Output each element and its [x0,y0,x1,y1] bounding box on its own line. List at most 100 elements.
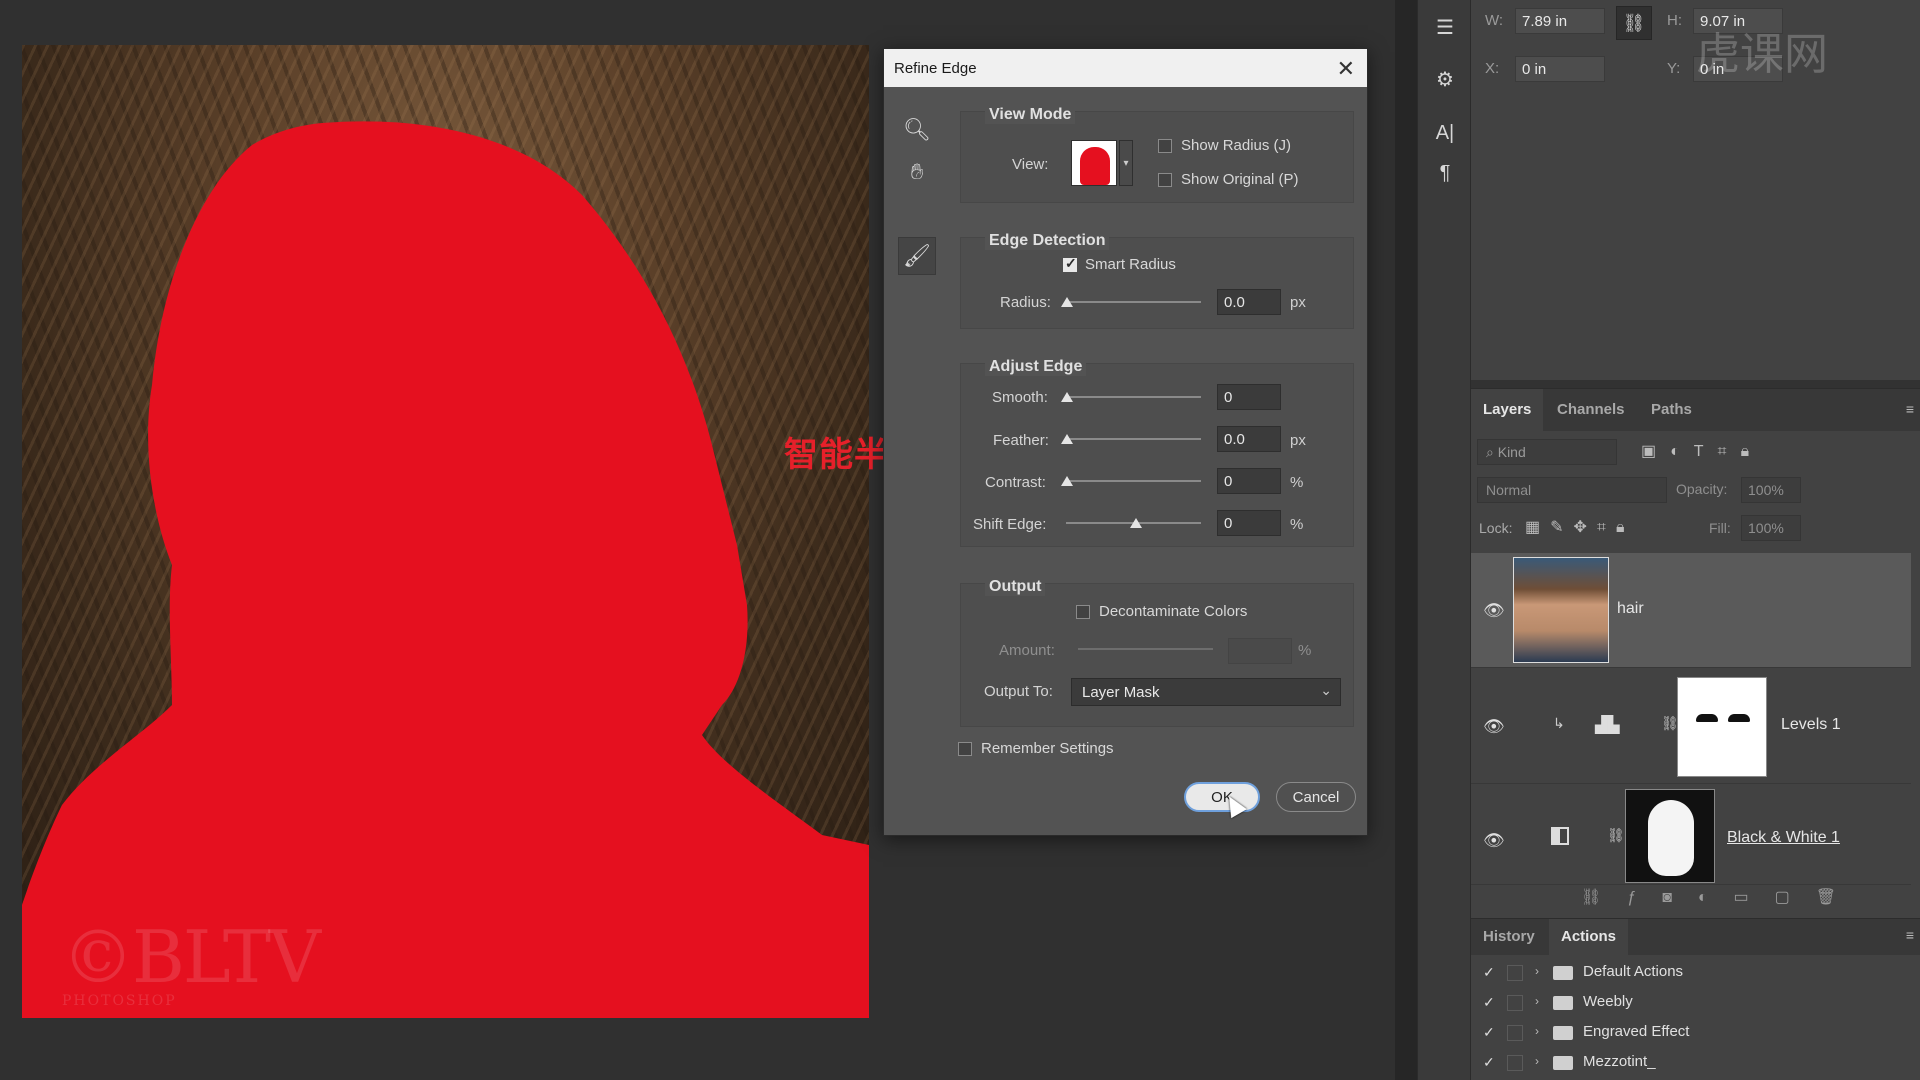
expand-arrow-icon[interactable]: › [1535,994,1539,1008]
panel-menu-icon[interactable]: ≡ [1906,401,1914,417]
layer-row-hair[interactable]: 👁︎ hair [1471,553,1911,668]
remember-settings-checkbox[interactable] [958,742,972,756]
dialog-toggle-icon[interactable] [1507,1025,1523,1041]
red-mask-overlay [22,121,869,1018]
bltv-watermark: ©BLTV PHOTOSHOP [62,915,321,1018]
amount-field [1228,638,1292,664]
black-white-adjustment-icon [1551,827,1569,845]
tab-history[interactable]: History [1471,919,1547,955]
feather-slider-thumb[interactable] [1061,434,1073,444]
checkmark-icon[interactable]: ✓ [1483,1054,1495,1071]
dialog-titlebar[interactable]: Refine Edge ✕ [884,49,1367,87]
checkmark-icon[interactable]: ✓ [1483,964,1495,981]
link-icon[interactable]: ⛓︎ [1616,6,1652,40]
zoom-tool-icon[interactable]: 🔍︎ [898,111,936,149]
amount-label: Amount: [999,642,1055,659]
radius-unit: px [1290,294,1306,311]
folder-icon [1553,1056,1573,1070]
edge-detection-title: Edge Detection [985,232,1110,250]
blend-mode-select[interactable]: Normal [1477,477,1667,503]
fill-label: Fill: [1709,520,1731,536]
feather-slider-track[interactable] [1066,438,1201,440]
fill-field[interactable]: 100% [1741,515,1801,541]
tab-actions[interactable]: Actions [1549,919,1629,955]
action-set-row[interactable]: ✓ › Weebly [1471,988,1911,1018]
checkmark-icon[interactable]: ✓ [1483,1024,1495,1041]
dialog-toggle-icon[interactable] [1507,1055,1523,1071]
contrast-slider-thumb[interactable] [1061,476,1073,486]
lock-icons[interactable]: ▦✎✥⌗🔒︎ [1525,517,1634,537]
refine-radius-brush-icon[interactable]: 🖌︎ [898,237,936,275]
x-field[interactable]: 0 in [1515,56,1605,82]
dialog-toggle-icon[interactable] [1507,995,1523,1011]
folder-icon [1553,966,1573,980]
folder-icon [1553,996,1573,1010]
properties-icon[interactable]: ⚙︎ [1430,64,1460,94]
layer-row-levels[interactable]: 👁︎ ↳ ▟▙ ⛓︎ Levels 1 [1471,669,1911,784]
smooth-slider-track[interactable] [1066,396,1201,398]
dialog-toggle-icon[interactable] [1507,965,1523,981]
tab-channels[interactable]: Channels [1545,389,1637,431]
lock-label: Lock: [1479,520,1513,536]
layer-footer-icons[interactable]: ⛓ƒ◙◐▭▢🗑︎ [1581,887,1862,907]
feather-label: Feather: [993,432,1049,449]
tab-paths[interactable]: Paths [1639,389,1704,431]
expand-arrow-icon[interactable]: › [1535,1054,1539,1068]
panel-menu-icon[interactable]: ≡ [1906,927,1914,943]
cancel-button[interactable]: Cancel [1276,782,1356,812]
action-set-name: Engraved Effect [1583,1023,1690,1040]
eye-icon[interactable]: 👁︎ [1483,717,1505,737]
width-field[interactable]: 7.89 in [1515,8,1605,34]
expand-arrow-icon[interactable]: › [1535,1024,1539,1038]
ok-button[interactable]: OK [1184,782,1260,812]
view-mode-thumbnail[interactable] [1071,140,1117,186]
eye-icon[interactable]: 👁︎ [1483,601,1505,621]
layer-row-black-white[interactable]: 👁︎ ⛓︎ Black & White 1 [1471,785,1911,885]
contrast-slider-track[interactable] [1066,480,1201,482]
layer-mask-thumbnail [1677,677,1767,777]
close-icon[interactable]: ✕ [1337,56,1355,82]
opacity-field[interactable]: 100% [1741,477,1801,503]
radius-slider-thumb[interactable] [1061,297,1073,307]
adjustments-icon[interactable]: ☰ [1430,12,1460,42]
radius-field[interactable]: 0.0 [1217,289,1281,315]
radius-slider-track[interactable] [1066,301,1201,303]
show-original-checkbox[interactable] [1158,173,1172,187]
eye-icon[interactable]: 👁︎ [1483,831,1505,851]
chevron-down-icon: ⌄ [1320,682,1332,698]
width-label: W: [1485,12,1504,29]
action-set-row[interactable]: ✓ › Engraved Effect [1471,1018,1911,1048]
character-icon[interactable]: A| [1430,118,1460,148]
output-to-select[interactable]: Layer Mask ⌄ [1071,678,1341,706]
contrast-field[interactable]: 0 [1217,468,1281,494]
panel-divider [1395,0,1417,1080]
shift-edge-field[interactable]: 0 [1217,510,1281,536]
folder-icon [1553,1026,1573,1040]
y-label: Y: [1667,60,1681,77]
view-mode-dropdown[interactable]: ▾ [1119,140,1133,186]
layers-tabs: Layers Channels Paths ≡ [1471,389,1920,431]
smart-radius-label: Smart Radius [1085,256,1176,273]
decontaminate-checkbox[interactable] [1076,605,1090,619]
paragraph-icon[interactable]: ¶ [1430,158,1460,188]
contrast-unit: % [1290,474,1304,491]
layer-filter-icons[interactable]: ▣◐T⌗🔒︎ [1641,441,1763,461]
hand-tool-icon[interactable]: ✋︎ [898,153,936,191]
action-set-row[interactable]: ✓ › Mezzotint_ [1471,1048,1911,1078]
smart-radius-checkbox[interactable] [1063,255,1077,272]
shift-edge-slider-thumb[interactable] [1130,518,1142,528]
smooth-slider-thumb[interactable] [1061,392,1073,402]
checkmark-icon[interactable]: ✓ [1483,994,1495,1011]
clip-arrow-icon: ↳ [1553,715,1565,731]
show-radius-checkbox[interactable] [1158,139,1172,153]
decontaminate-label: Decontaminate Colors [1099,603,1248,620]
smooth-field[interactable]: 0 [1217,384,1281,410]
feather-field[interactable]: 0.0 [1217,426,1281,452]
expand-arrow-icon[interactable]: › [1535,964,1539,978]
show-radius-label: Show Radius (J) [1181,137,1292,154]
action-set-row[interactable]: ✓ › Default Actions [1471,958,1911,988]
image-canvas[interactable]: ©BLTV PHOTOSHOP [22,45,869,1018]
view-mode-title: View Mode [985,106,1076,124]
layer-kind-filter[interactable]: ⌕ Kind [1477,439,1617,465]
tab-layers[interactable]: Layers [1471,389,1544,431]
